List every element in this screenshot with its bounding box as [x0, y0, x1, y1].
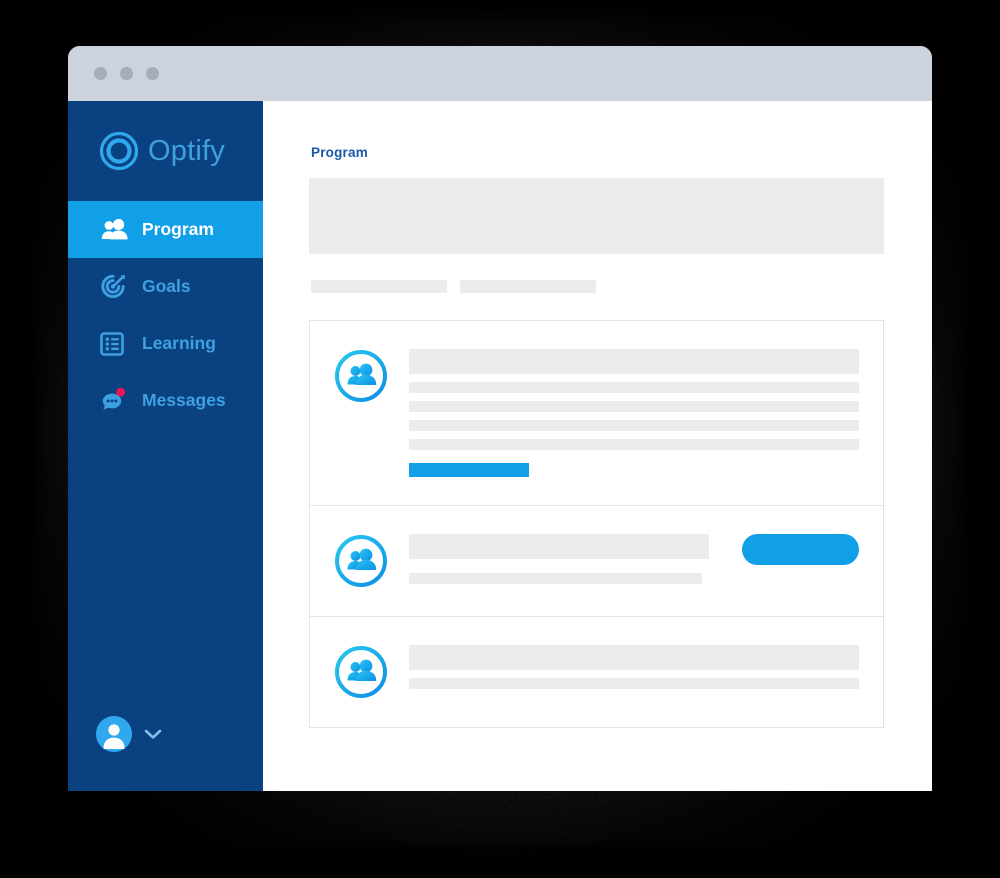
sidebar-item-messages[interactable]: Messages	[68, 372, 263, 429]
people-circle-icon	[334, 645, 388, 699]
line-placeholder	[409, 678, 859, 689]
line-placeholder	[409, 401, 859, 412]
title-placeholder	[409, 534, 709, 559]
brand-name: Optify	[148, 134, 225, 167]
tab-chip-row	[311, 280, 884, 293]
sidebar-profile-menu[interactable]	[96, 716, 162, 752]
window-titlebar	[68, 46, 932, 101]
optify-circle-logo-icon	[97, 129, 141, 173]
page-title: Program	[311, 145, 368, 160]
window-dot-minimize[interactable]	[120, 67, 133, 80]
sidebar: Optify Program Goals Learning Messages	[68, 101, 263, 791]
sidebar-item-label: Learning	[142, 333, 216, 353]
people-circle-icon	[334, 534, 388, 588]
tab-chip-1[interactable]	[311, 280, 447, 293]
card-body	[409, 349, 859, 477]
title-placeholder	[409, 645, 859, 670]
hero-banner-placeholder	[309, 178, 884, 254]
brand-logo[interactable]: Optify	[68, 101, 263, 201]
sidebar-item-learning[interactable]: Learning	[68, 315, 263, 372]
target-icon	[100, 273, 130, 301]
primary-action-bar[interactable]	[409, 463, 529, 477]
card-list	[309, 320, 884, 728]
list-item[interactable]	[310, 321, 883, 506]
tab-chip-2[interactable]	[460, 280, 596, 293]
sidebar-item-label: Program	[142, 219, 214, 239]
line-placeholder	[409, 439, 859, 450]
main-content: Program	[263, 101, 932, 791]
sidebar-item-goals[interactable]: Goals	[68, 258, 263, 315]
window-dot-maximize[interactable]	[146, 67, 159, 80]
people-icon	[100, 218, 130, 242]
title-placeholder	[409, 349, 859, 374]
app-body: Optify Program Goals Learning Messages P…	[68, 101, 932, 791]
chevron-down-icon[interactable]	[144, 728, 162, 740]
people-circle-icon	[334, 349, 388, 477]
messages-badge-dot	[116, 387, 125, 397]
window-dot-close[interactable]	[94, 67, 107, 80]
line-placeholder	[409, 382, 859, 393]
primary-pill-button[interactable]	[742, 534, 859, 565]
line-placeholder	[409, 573, 702, 584]
sidebar-item-program[interactable]: Program	[68, 201, 263, 258]
line-placeholder	[409, 420, 859, 431]
chat-bubble-icon	[100, 386, 130, 416]
list-icon	[100, 331, 130, 357]
card-body	[409, 645, 859, 699]
card-body	[409, 534, 859, 588]
sidebar-item-label: Messages	[142, 390, 226, 410]
browser-window: Optify Program Goals Learning Messages P…	[68, 46, 932, 791]
list-item[interactable]	[310, 617, 883, 727]
user-avatar-icon	[96, 716, 132, 752]
sidebar-item-label: Goals	[142, 276, 191, 296]
list-item[interactable]	[310, 506, 883, 617]
